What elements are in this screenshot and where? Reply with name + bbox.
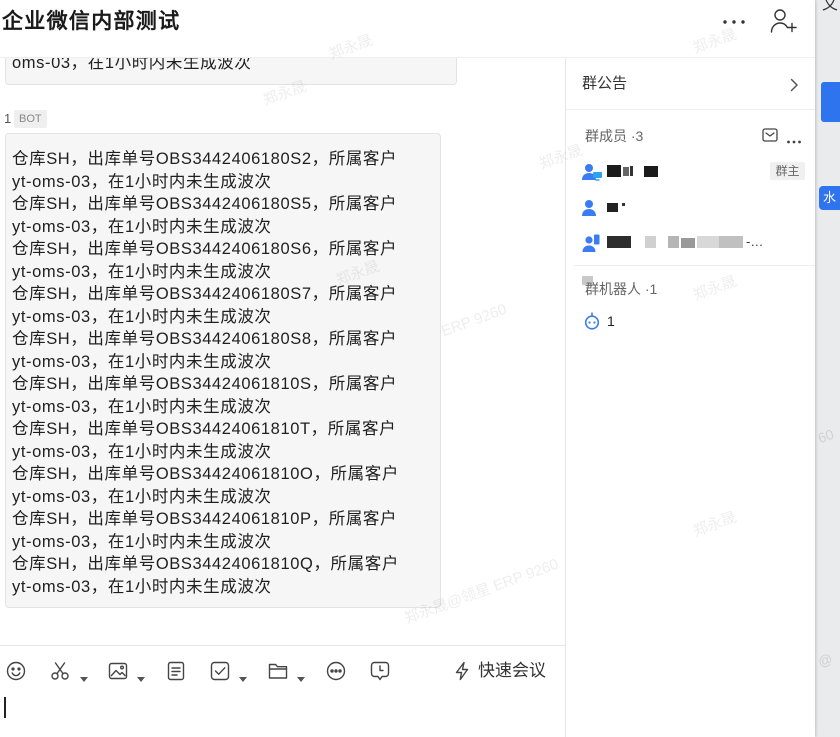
- message-line: yt-oms-03，在1小时内未生成波次: [12, 217, 272, 236]
- message-line: yt-oms-03，在1小时内未生成波次: [12, 352, 272, 371]
- message-line: yt-oms-03，在1小时内未生成波次: [12, 442, 272, 461]
- more-options-icon[interactable]: [326, 661, 346, 681]
- more-icon[interactable]: [786, 132, 802, 144]
- redacted-name: [607, 203, 618, 212]
- message-line: yt-oms-03，在1小时内未生成波次: [12, 487, 272, 506]
- chat-window: 企业微信内部测试 oms-03，在1小时内未生成波次 1 BOT 仓库SH，出库…: [0, 0, 815, 737]
- message-line: 仓库SH，出库单号OBS3442406180S7，所属客户: [12, 285, 398, 303]
- chevron-down-icon[interactable]: [137, 669, 145, 682]
- mail-icon[interactable]: [762, 128, 778, 142]
- member-row[interactable]: 群主: [566, 157, 815, 187]
- quick-meeting-button[interactable]: 快速会议: [478, 660, 546, 682]
- background-window-text: 文: [822, 0, 839, 13]
- redacted-name: [623, 167, 629, 176]
- message-bubble[interactable]: 仓库SH，出库单号OBS3442406180S2，所属客户 yt-oms-03，…: [5, 133, 441, 608]
- message-line: 仓库SH，出库单号OBS34424061810O，所属客户: [12, 465, 399, 483]
- redacted-name: [681, 238, 695, 248]
- redacted-name: [630, 166, 633, 176]
- watermark-fragment: @: [815, 650, 835, 670]
- message-bubble[interactable]: oms-03，在1小时内未生成波次: [5, 58, 457, 85]
- group-title: 企业微信内部测试: [2, 10, 181, 33]
- background-window-button[interactable]: 水: [819, 186, 840, 210]
- add-person-icon[interactable]: [770, 8, 798, 34]
- chevron-right-icon[interactable]: [789, 78, 799, 92]
- document-icon[interactable]: [166, 661, 186, 681]
- redacted-name: [644, 166, 658, 177]
- redacted-name: [697, 236, 719, 248]
- chevron-down-icon[interactable]: [80, 669, 88, 682]
- background-window: 文 水 60 @: [815, 0, 840, 737]
- robot-row[interactable]: 1: [566, 310, 815, 332]
- group-announcement-row[interactable]: 群公告: [566, 58, 815, 110]
- sender-name[interactable]: 1: [4, 110, 11, 128]
- chat-header: 企业微信内部测试: [0, 0, 815, 58]
- redacted-name: [607, 236, 631, 248]
- redacted-name: [719, 236, 743, 248]
- message-line: 仓库SH，出库单号OBS3442406180S8，所属客户: [12, 330, 398, 348]
- redacted-name: [668, 236, 679, 248]
- emoji-icon[interactable]: [6, 661, 26, 681]
- user-icon: [582, 199, 604, 217]
- watermark-fragment: 60: [815, 425, 836, 447]
- lightning-icon[interactable]: [454, 661, 470, 681]
- message-line: 仓库SH，出库单号OBS3442406180S2，所属客户: [12, 150, 398, 168]
- redacted-name: [645, 236, 656, 248]
- message-line: yt-oms-03，在1小时内未生成波次: [12, 397, 272, 416]
- group-robots-label: 群机器人 ·1: [585, 281, 658, 297]
- robot-name: 1: [607, 313, 615, 329]
- message-line: 仓库SH，出库单号OBS34424061810S，所属客户: [12, 375, 398, 393]
- group-members-label: 群成员 ·3: [585, 128, 644, 144]
- text-cursor[interactable]: [4, 697, 6, 718]
- message-line: oms-03，在1小时内未生成波次: [12, 58, 252, 72]
- message-line: yt-oms-03，在1小时内未生成波次: [12, 172, 272, 191]
- bot-badge: BOT: [14, 110, 47, 128]
- redacted-name: [622, 203, 625, 206]
- robot-icon: [583, 312, 601, 330]
- group-announcement-label: 群公告: [582, 75, 628, 92]
- message-line: 仓库SH，出库单号OBS34424061810T，所属客户: [12, 420, 397, 438]
- member-name-tail: -…: [746, 234, 764, 249]
- image-icon[interactable]: [108, 661, 128, 681]
- chevron-down-icon[interactable]: [297, 669, 305, 682]
- message-list[interactable]: oms-03，在1小时内未生成波次 1 BOT 仓库SH，出库单号OBS3442…: [0, 58, 565, 645]
- user-mobile-icon: [582, 234, 604, 252]
- scheduled-message-icon[interactable]: [370, 661, 390, 681]
- message-line: 仓库SH，出库单号OBS34424061810Q，所属客户: [12, 555, 399, 573]
- member-row[interactable]: [566, 193, 815, 223]
- screenshot-scissors-icon[interactable]: [50, 661, 70, 681]
- group-owner-badge: 群主: [770, 162, 805, 180]
- message-line: 仓库SH，出库单号OBS3442406180S6，所属客户: [12, 240, 398, 258]
- message-line: yt-oms-03，在1小时内未生成波次: [12, 307, 272, 326]
- more-icon[interactable]: [721, 15, 747, 29]
- message-line: 仓库SH，出库单号OBS34424061810P，所属客户: [12, 510, 398, 528]
- group-info-panel: 群公告 群成员 ·3 群主 -… 群机器人 ·1 1: [565, 58, 815, 737]
- section-divider: [574, 265, 815, 266]
- message-composer[interactable]: 快速会议: [0, 645, 565, 737]
- message-line: 仓库SH，出库单号OBS3442406180S5，所属客户: [12, 195, 398, 213]
- member-row[interactable]: -…: [566, 228, 815, 258]
- message-line: yt-oms-03，在1小时内未生成波次: [12, 577, 272, 596]
- message-line: yt-oms-03，在1小时内未生成波次: [12, 262, 272, 281]
- background-window-blue-panel: [821, 82, 840, 122]
- chevron-down-icon[interactable]: [239, 669, 247, 682]
- todo-checkbox-icon[interactable]: [210, 661, 230, 681]
- redacted-name: [607, 165, 621, 177]
- folder-icon[interactable]: [268, 661, 288, 681]
- message-line: yt-oms-03，在1小时内未生成波次: [12, 532, 272, 551]
- user-desktop-icon: [582, 163, 604, 181]
